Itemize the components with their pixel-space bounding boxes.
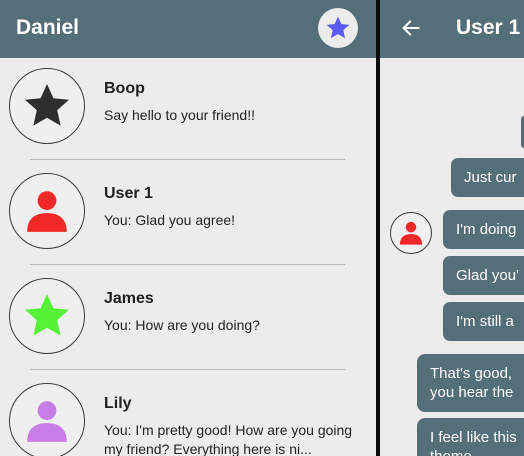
person-icon: [27, 401, 67, 442]
avatar: [9, 68, 85, 144]
message-bubble: I'm still a: [443, 302, 524, 341]
message-bubble: I'm doing: [443, 210, 524, 249]
list-divider: [30, 159, 345, 160]
conversation-item[interactable]: User 1 You: Glad you agree!: [0, 163, 376, 268]
conversation-item[interactable]: James You: How are you doing?: [0, 268, 376, 373]
arrow-left-icon[interactable]: [400, 17, 422, 39]
favorite-button[interactable]: [318, 8, 358, 48]
conversation-preview: You: I'm pretty good! How are you going …: [104, 422, 353, 456]
list-divider: [30, 264, 345, 265]
chat-title: User 1: [456, 16, 521, 39]
message-bubble: Just cur: [451, 158, 524, 197]
conversation-preview: Say hello to your friend!!: [104, 107, 255, 123]
star-icon: [25, 294, 69, 336]
conversation-item[interactable]: Boop Say hello to your friend!!: [0, 58, 376, 163]
message-text: I'm still a: [456, 313, 514, 330]
conversation-name: Boop: [104, 80, 145, 97]
message-text: you hear the: [430, 384, 514, 401]
conversation-preview: You: How are you doing?: [104, 317, 260, 333]
list-divider: [30, 369, 345, 370]
message-text: theme: [430, 447, 524, 456]
conversation-name: User 1: [104, 185, 153, 202]
app-bar: Daniel: [0, 0, 376, 58]
sender-avatar: [390, 212, 432, 254]
conversation-name: Lily: [104, 395, 132, 412]
message-text: Just cur: [464, 169, 517, 186]
chat-app-bar: User 1: [380, 0, 524, 58]
avatar: [9, 278, 85, 354]
conversation-name: James: [104, 290, 154, 307]
message-text: I'm doing: [456, 221, 517, 238]
message-text: I feel like this: [430, 429, 517, 446]
avatar: [9, 383, 85, 456]
message-bubble: Glad you': [443, 256, 524, 295]
message-text: That's good,: [430, 365, 513, 382]
star-icon: [326, 16, 350, 39]
person-icon: [27, 191, 67, 232]
conversation-preview: You: Glad you agree!: [104, 212, 236, 228]
message-bubble: That's good, you hear the: [417, 354, 524, 412]
person-icon: [399, 221, 423, 245]
message-bubble: I feel like this theme: [417, 418, 524, 456]
page-title: Daniel: [16, 16, 80, 39]
chat-panel: User 1 Just cur I'm doing Glad you' I'm …: [380, 0, 524, 456]
message-text: Glad you': [456, 267, 519, 284]
star-icon: [25, 84, 69, 126]
avatar: [9, 173, 85, 249]
conversation-item[interactable]: Lily You: I'm pretty good! How are you g…: [0, 373, 376, 456]
conversation-list-panel: Daniel Boop Say hello to your friend!! U…: [0, 0, 376, 456]
